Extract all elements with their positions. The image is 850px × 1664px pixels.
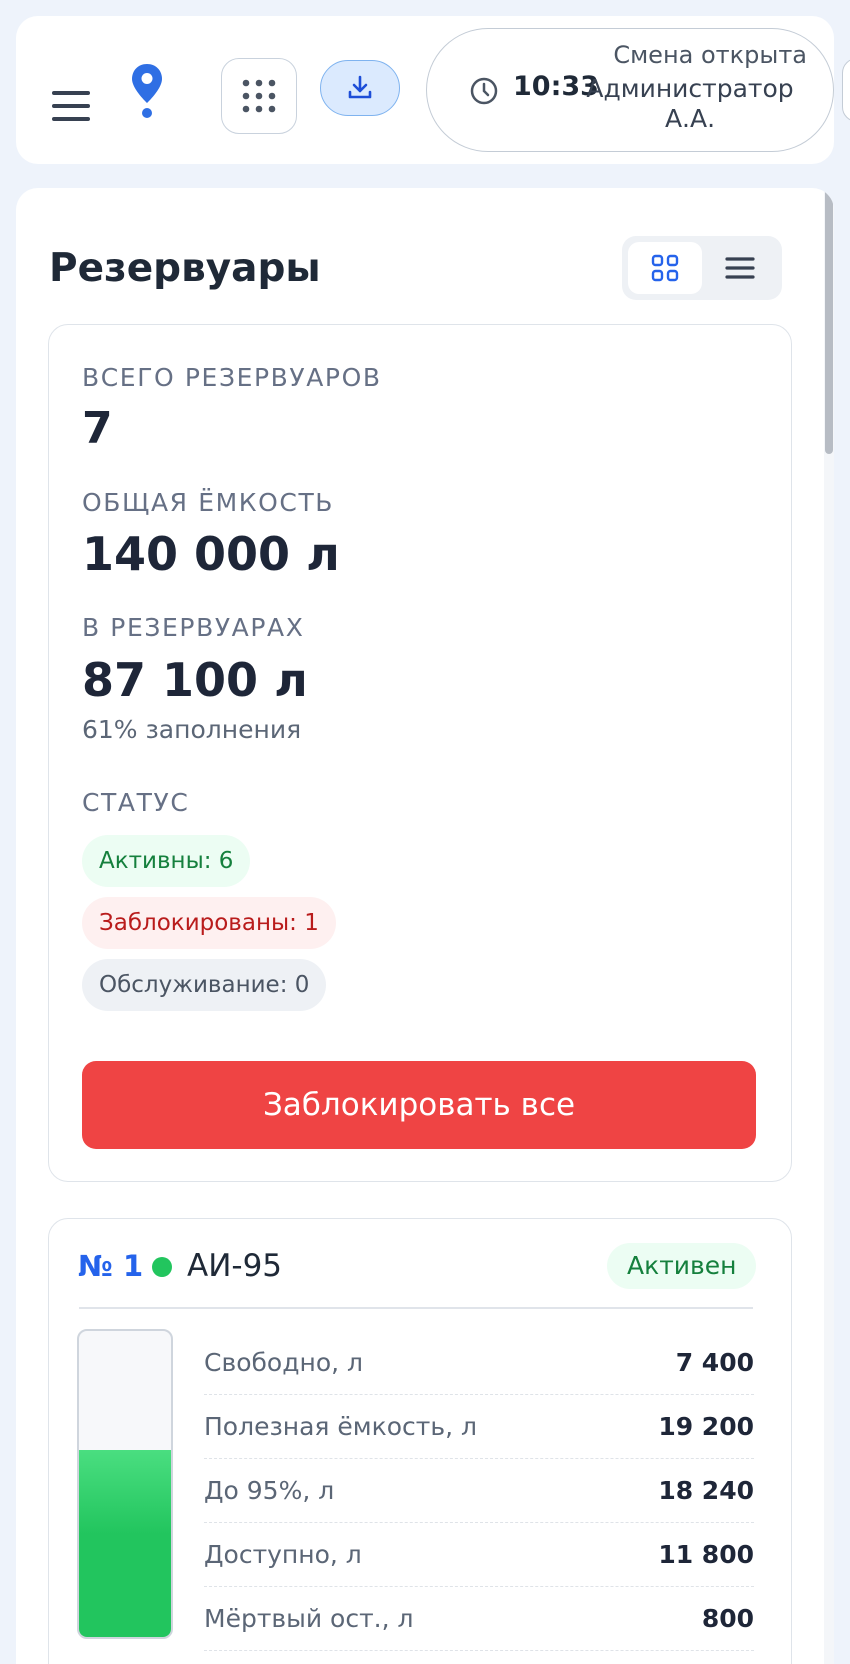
shift-status: Смена открыта <box>613 41 807 69</box>
tank-stats: Свободно, л 7 400 Полезная ёмкость, л 19 20… <box>204 1331 754 1651</box>
total-tanks-label: ВСЕГО РЕЗЕРВУАРОВ <box>82 363 382 392</box>
fill-percent: 61% заполнения <box>82 715 302 744</box>
tank-status-badge: Активен <box>607 1243 757 1289</box>
divider <box>79 1307 753 1309</box>
tank-stat-value: 7 400 <box>675 1348 754 1377</box>
tank-stat-row: Доступно, л 11 800 <box>204 1523 754 1587</box>
tank-number: № 1 <box>78 1249 144 1283</box>
tank-stat-row: Свободно, л 7 400 <box>204 1331 754 1395</box>
tank-stat-value: 19 200 <box>658 1412 754 1441</box>
location-pin-icon[interactable] <box>129 62 165 120</box>
grid-dots-icon <box>242 79 276 113</box>
shift-info[interactable]: 10:33 Смена открыта Администратор А.А. <box>426 28 834 152</box>
top-bar: 10:33 Смена открыта Администратор А.А. <box>16 16 834 164</box>
main-panel: Резервуары ВСЕГО РЕЗЕРВУАРОВ 7 ОБЩАЯ ЁМК… <box>16 188 834 1664</box>
total-capacity-value: 140 000 л <box>82 527 340 581</box>
tank-stat-row: До 95%, л 18 240 <box>204 1459 754 1523</box>
badge-blocked: Заблокированы: 1 <box>82 897 336 949</box>
tank-stat-label: Свободно, л <box>204 1348 363 1377</box>
status-dot <box>152 1257 172 1277</box>
block-all-button[interactable]: Заблокировать все <box>82 1061 756 1149</box>
page-title: Резервуары <box>49 246 321 291</box>
fuel-type: АИ-95 <box>187 1248 283 1284</box>
apps-button[interactable] <box>221 58 297 134</box>
stored-label: В РЕЗЕРВУАРАХ <box>82 613 305 642</box>
list-view-icon <box>725 257 755 279</box>
status-label: СТАТУС <box>82 788 190 817</box>
tank-stat-label: Мёртвый ост., л <box>204 1604 414 1633</box>
tank-stat-value: 18 240 <box>658 1476 754 1505</box>
tank-stat-label: Полезная ёмкость, л <box>204 1412 477 1441</box>
tank-level-fill <box>79 1450 171 1637</box>
tank-stat-value: 11 800 <box>658 1540 754 1569</box>
stored-value: 87 100 л <box>82 653 308 707</box>
list-view-button[interactable] <box>704 242 776 294</box>
tank-stat-label: До 95%, л <box>204 1476 335 1505</box>
tank-stat-value: 800 <box>701 1604 754 1633</box>
overflow-button[interactable] <box>842 58 850 122</box>
tank-card[interactable]: № 1 АИ-95 Активен Свободно, л 7 400 Полезн… <box>48 1218 792 1664</box>
download-icon <box>348 75 372 99</box>
tank-stat-row: Мёртвый ост., л 800 <box>204 1587 754 1651</box>
summary-card: ВСЕГО РЕЗЕРВУАРОВ 7 ОБЩАЯ ЁМКОСТЬ 140 00… <box>48 324 792 1182</box>
badge-active: Активны: 6 <box>82 835 251 887</box>
tank-stat-label: Доступно, л <box>204 1540 362 1569</box>
tank-level-gauge <box>77 1329 173 1639</box>
clock-icon <box>470 77 498 105</box>
download-button[interactable] <box>320 60 400 116</box>
total-tanks-value: 7 <box>82 403 113 454</box>
total-capacity-label: ОБЩАЯ ЁМКОСТЬ <box>82 488 335 517</box>
view-toggle <box>622 236 782 300</box>
badge-maintenance: Обслуживание: 0 <box>82 959 327 1011</box>
tank-stat-row: Полезная ёмкость, л 19 200 <box>204 1395 754 1459</box>
hamburger-icon[interactable] <box>52 91 90 121</box>
grid-view-button[interactable] <box>628 242 702 294</box>
scrollbar-thumb[interactable] <box>825 188 833 454</box>
user-name: Администратор А.А. <box>586 74 794 133</box>
grid-view-icon <box>651 254 679 282</box>
